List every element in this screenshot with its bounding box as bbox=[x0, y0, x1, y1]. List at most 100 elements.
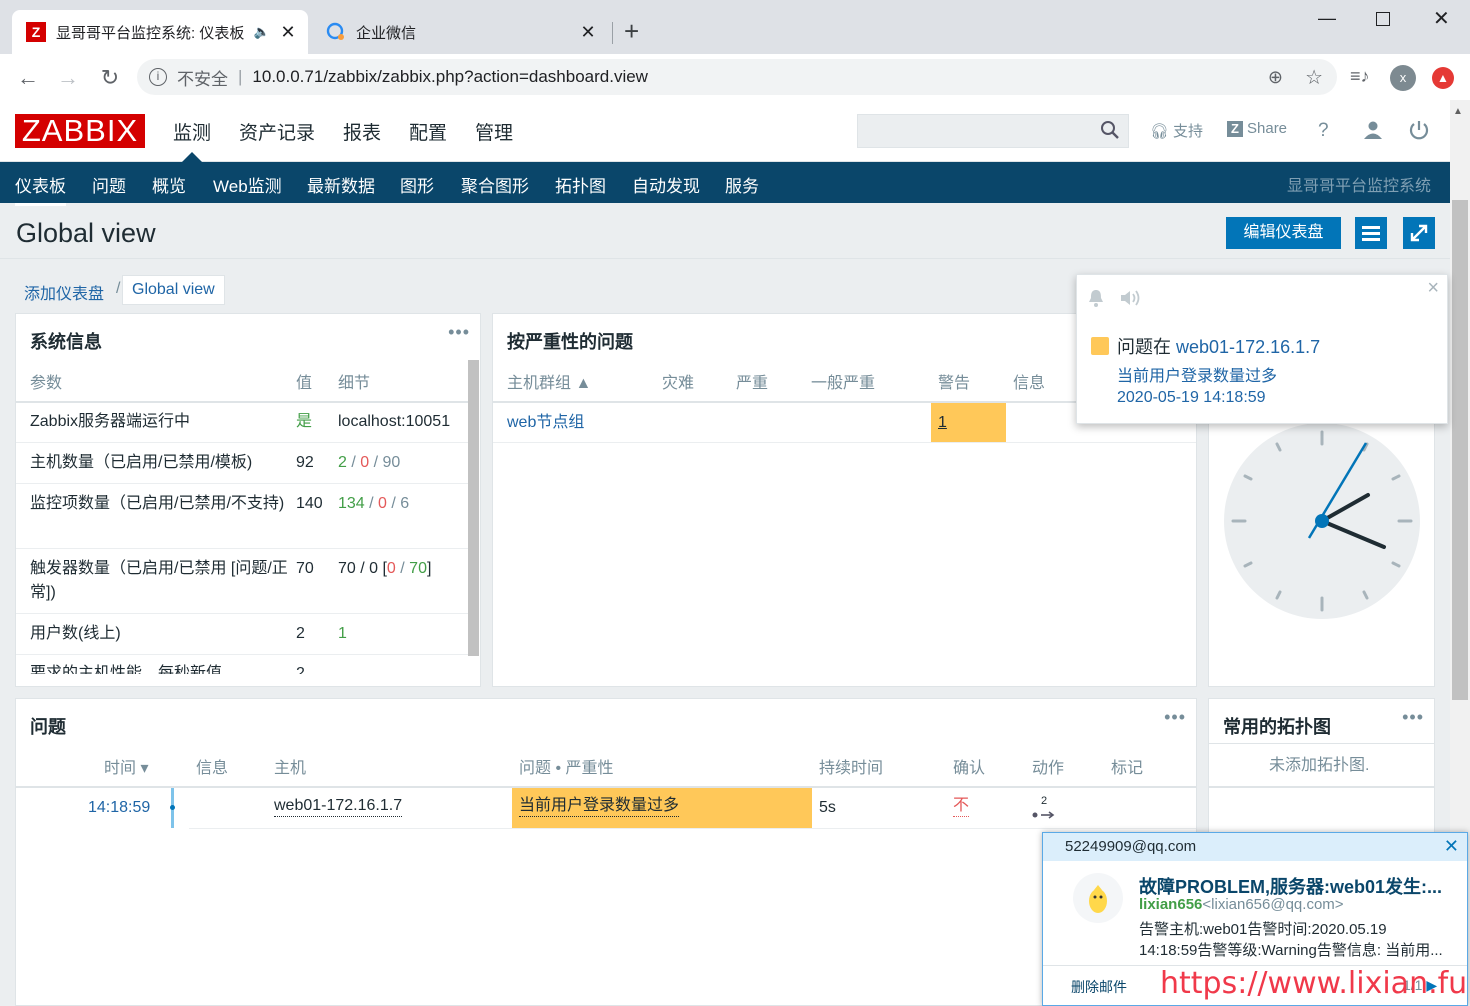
new-tab-button[interactable]: + bbox=[624, 16, 639, 47]
row-value: 92 bbox=[296, 454, 314, 471]
user-profile-icon[interactable] bbox=[1363, 120, 1383, 145]
notification-host-link[interactable]: web01-172.16.1.7 bbox=[1176, 337, 1320, 357]
col-host: 主机 bbox=[274, 760, 307, 777]
sound-icon[interactable] bbox=[1119, 288, 1143, 313]
watermark-text: https://www.lixian.fun bbox=[1160, 966, 1470, 1001]
problem-host-link[interactable]: web01-172.16.1.7 bbox=[274, 796, 403, 817]
widget-menu-icon[interactable]: ••• bbox=[1402, 707, 1424, 728]
bell-icon[interactable] bbox=[1087, 288, 1105, 313]
help-icon[interactable]: ? bbox=[1318, 120, 1329, 142]
update-icon[interactable]: ▲ bbox=[1432, 67, 1454, 89]
mail-sender-email: <lixian656@qq.com> bbox=[1202, 896, 1344, 913]
host-group-link[interactable]: web节点组 bbox=[507, 411, 584, 435]
url-text[interactable]: 10.0.0.71/zabbix/zabbix.php?action=dashb… bbox=[252, 67, 648, 87]
col-time[interactable]: 时间 ▾ bbox=[104, 754, 148, 778]
subnav-discovery[interactable]: 自动发现 bbox=[632, 172, 700, 197]
share-link[interactable]: Z Share bbox=[1227, 120, 1287, 137]
hamburger-icon bbox=[1362, 226, 1380, 241]
row-param: 监控项数量（已启用/已禁用/不支持) bbox=[30, 495, 285, 512]
widget-menu-icon[interactable]: ••• bbox=[448, 322, 470, 343]
notification-problem-link[interactable]: 当前用户登录数量过多 bbox=[1117, 362, 1277, 386]
subnav-dashboard[interactable]: 仪表板 bbox=[15, 172, 66, 206]
mail-popup-close-icon[interactable]: ✕ bbox=[1444, 836, 1459, 857]
tab-title: 企业微信 bbox=[356, 24, 417, 42]
delete-mail-button[interactable]: 删除邮件 bbox=[1071, 977, 1127, 997]
row-value: 70 bbox=[296, 560, 314, 577]
browser-tab-zabbix[interactable]: Z 显哥哥平台监控系统: 仪表板 🔈 ✕ bbox=[12, 10, 308, 54]
notification-close-icon[interactable]: × bbox=[1427, 277, 1439, 300]
dashboard-menu-button[interactable] bbox=[1355, 217, 1387, 249]
search-icon[interactable] bbox=[1100, 120, 1120, 145]
subnav-screens[interactable]: 聚合图形 bbox=[461, 172, 529, 197]
subnav-graphs[interactable]: 图形 bbox=[400, 172, 434, 197]
reload-icon[interactable]: ↻ bbox=[96, 64, 124, 92]
subnav-maps[interactable]: 拓扑图 bbox=[555, 172, 606, 197]
wecom-favicon-icon bbox=[326, 22, 346, 42]
top-menu-inventory[interactable]: 资产记录 bbox=[239, 118, 315, 145]
search-input[interactable] bbox=[857, 114, 1129, 148]
back-icon[interactable]: ← bbox=[14, 64, 42, 92]
zoom-icon[interactable]: ⊕ bbox=[1268, 67, 1283, 88]
support-link[interactable]: 🎧︎ 支持 bbox=[1150, 120, 1203, 141]
subnav-web[interactable]: Web监测 bbox=[213, 172, 282, 197]
media-control-icon[interactable]: ≡♪ bbox=[1350, 66, 1370, 87]
tab-close-icon[interactable]: ✕ bbox=[578, 22, 598, 43]
widget-scrollbar[interactable] bbox=[468, 360, 479, 656]
top-menu-monitoring[interactable]: 监测 bbox=[173, 118, 211, 145]
warning-count[interactable]: 1 bbox=[938, 411, 947, 435]
widget-title: 系统信息 bbox=[30, 332, 102, 352]
maximize-icon[interactable] bbox=[1376, 12, 1390, 26]
row-param: 触发器数量（已启用/已禁用 [问题/正常]) bbox=[30, 560, 288, 601]
widget-menu-icon[interactable]: ••• bbox=[1164, 707, 1186, 728]
info-icon[interactable]: i bbox=[149, 68, 167, 86]
col-info: 信息 bbox=[196, 760, 229, 777]
tab-close-icon[interactable]: ✕ bbox=[278, 22, 298, 43]
problem-name[interactable]: 当前用户登录数量过多 bbox=[519, 796, 680, 817]
row-param: 用户数(线上) bbox=[30, 625, 121, 642]
warning-count-cell[interactable]: 1 bbox=[931, 403, 1006, 442]
fullscreen-button[interactable] bbox=[1403, 217, 1435, 249]
zabbix-logo[interactable]: ZABBIX bbox=[15, 114, 145, 148]
top-menu-reports[interactable]: 报表 bbox=[343, 118, 381, 145]
subnav-overview[interactable]: 概览 bbox=[152, 172, 186, 197]
browser-chrome: Z 显哥哥平台监控系统: 仪表板 🔈 ✕ 企业微信 ✕ + — ✕ ← → ↻ … bbox=[0, 0, 1470, 100]
window-close-icon[interactable]: ✕ bbox=[1433, 6, 1450, 31]
no-maps-text: 未添加拓扑图. bbox=[1269, 757, 1370, 774]
row-param: 要求的主机性能，每秒新值 bbox=[30, 665, 223, 674]
col-host-group[interactable]: 主机群组 ▲ bbox=[507, 369, 591, 393]
breadcrumb-dashboards[interactable]: 添加仪表盘 bbox=[24, 280, 104, 304]
audio-icon[interactable]: 🔈 bbox=[254, 24, 270, 40]
omnibox[interactable]: i 不安全 | 10.0.0.71/zabbix/zabbix.php?acti… bbox=[137, 59, 1337, 95]
notification-label: 问题在 bbox=[1117, 337, 1171, 357]
title-divider bbox=[0, 258, 1450, 259]
warning-severity-icon bbox=[1091, 337, 1109, 355]
mail-popup-header: 52249909@qq.com ✕ bbox=[1043, 833, 1467, 861]
col-disaster: 灾难 bbox=[662, 375, 695, 392]
top-menu-administration[interactable]: 管理 bbox=[475, 118, 513, 145]
profile-avatar[interactable]: x bbox=[1390, 65, 1416, 91]
ack-link[interactable]: 不 bbox=[953, 796, 970, 817]
subnav-problems[interactable]: 问题 bbox=[92, 172, 126, 197]
mail-body-line: 14:18:59告警等级:Warning告警信息: 当前用... bbox=[1139, 942, 1443, 959]
row-detail: 134 / 0 / 6 bbox=[338, 495, 410, 512]
sub-navigation: 仪表板 问题 概览 Web监测 最新数据 图形 聚合图形 拓扑图 自动发现 服务… bbox=[0, 162, 1450, 206]
notification-time-link[interactable]: 2020-05-19 14:18:59 bbox=[1117, 389, 1266, 407]
subnav-services[interactable]: 服务 bbox=[725, 172, 759, 197]
breadcrumb-current[interactable]: Global view bbox=[122, 275, 225, 305]
top-menu-configuration[interactable]: 配置 bbox=[409, 118, 447, 145]
col-actions: 动作 bbox=[1032, 760, 1065, 777]
browser-tab-wecom[interactable]: 企业微信 ✕ bbox=[312, 10, 608, 54]
forward-icon[interactable]: → bbox=[54, 64, 82, 92]
bookmark-star-icon[interactable]: ☆ bbox=[1305, 65, 1323, 90]
subnav-latest-data[interactable]: 最新数据 bbox=[307, 172, 375, 197]
edit-dashboard-button[interactable]: 编辑仪表盘 bbox=[1226, 217, 1341, 249]
problem-name-cell[interactable]: 当前用户登录数量过多 bbox=[512, 788, 812, 828]
problem-time-link[interactable]: 14:18:59 bbox=[88, 796, 150, 820]
minimize-icon[interactable]: — bbox=[1318, 8, 1336, 29]
page-scrollbar-thumb[interactable] bbox=[1452, 200, 1468, 700]
address-bar: ← → ↻ i 不安全 | 10.0.0.71/zabbix/zabbix.ph… bbox=[0, 54, 1470, 100]
row-detail: 2 / 0 / 90 bbox=[338, 454, 401, 471]
scroll-up-icon[interactable]: ▲ bbox=[1453, 106, 1463, 117]
col-ack: 确认 bbox=[953, 760, 986, 777]
logout-icon[interactable] bbox=[1408, 119, 1430, 146]
